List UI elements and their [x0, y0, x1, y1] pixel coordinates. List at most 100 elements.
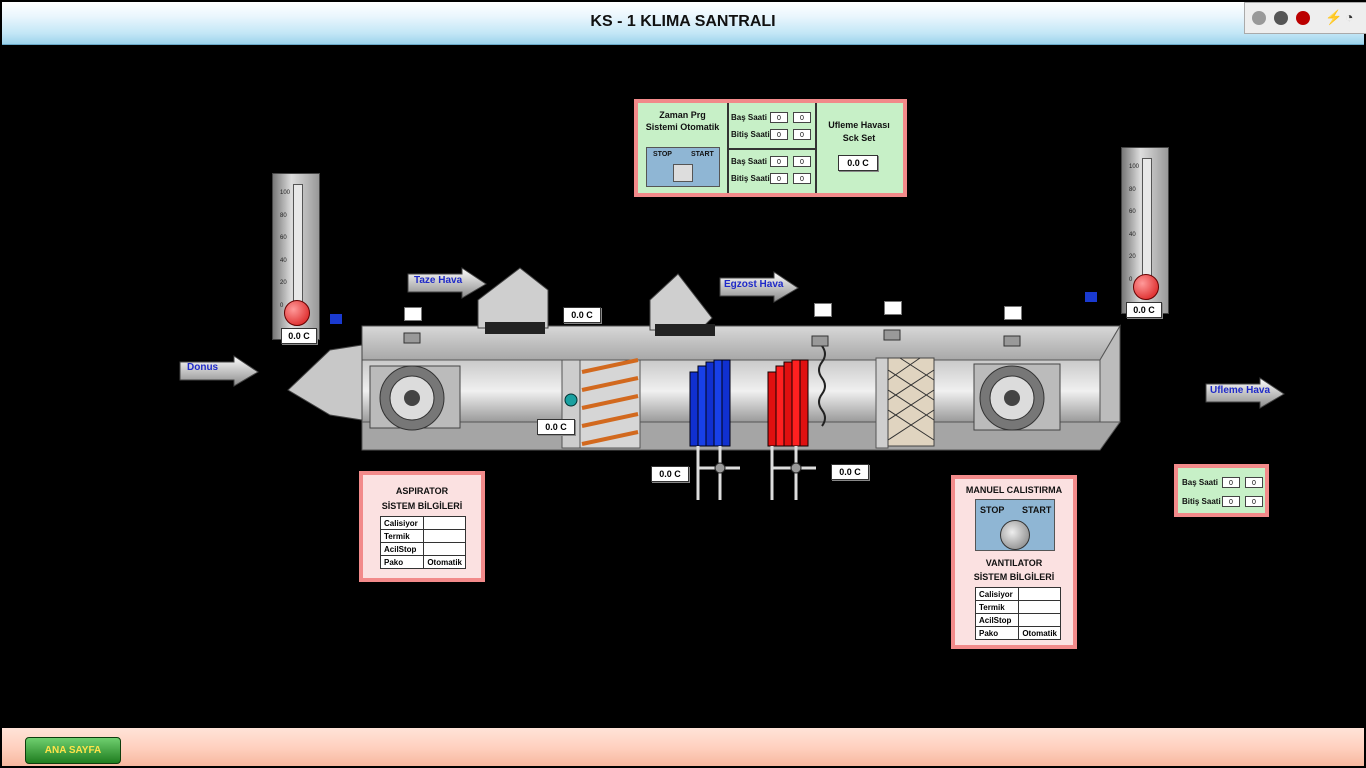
heat-valve-temp: 0.0 C — [831, 464, 869, 480]
status-label: Pako — [379, 555, 425, 569]
time-label: Baş Saati — [731, 113, 768, 122]
taze-temp: 0.0 C — [563, 307, 601, 323]
tick: 40 — [280, 257, 287, 264]
right-schedule-panel: Baş Saati 0 0 Bitiş Saati 0 0 — [1174, 464, 1269, 517]
tick: 20 — [1129, 254, 1136, 260]
minute-input[interactable]: 0 — [793, 129, 811, 140]
mode-label: Zaman Prg Sistemi Otomatik — [645, 110, 720, 132]
table-row: Pako Otomatik — [974, 626, 1061, 640]
vantilator-status-table: Calisiyor Termik AcilStop Pako Otomatik — [974, 587, 1061, 640]
status-tag — [1004, 306, 1022, 320]
label-ufleme-hava: Ufleme Hava — [1210, 385, 1271, 396]
mode-cell: Zaman Prg Sistemi Otomatik STOP START — [638, 103, 729, 193]
aspirator-panel: ASPIRATOR SİSTEM BİLGİLERİ Calisiyor Ter… — [359, 471, 485, 582]
status-value — [423, 516, 466, 530]
thermometer-right: 100 80 60 40 20 0 — [1121, 147, 1169, 314]
hour-input[interactable]: 0 — [770, 156, 788, 167]
label-donus: Donus — [187, 362, 219, 373]
home-button[interactable]: ANA SAYFA — [25, 737, 121, 764]
hour-input[interactable]: 0 — [770, 129, 788, 140]
minute-input[interactable]: 0 — [1245, 477, 1263, 488]
aspirator-status-table: Calisiyor Termik AcilStop Pako Otomatik — [379, 516, 466, 569]
mode-switch[interactable]: STOP START — [646, 147, 720, 187]
tick: 0 — [280, 302, 284, 309]
tick: 100 — [1129, 164, 1140, 170]
filter-frame — [875, 357, 889, 449]
heating-coil — [767, 359, 809, 447]
aspirator-subtitle: SİSTEM BİLGİLERİ — [381, 501, 463, 511]
vantilator-title: VANTILATOR — [985, 558, 1043, 568]
table-row: Calisiyor — [379, 516, 466, 530]
fresh-air-damper — [477, 267, 549, 329]
mix-temp: 0.0 C — [537, 419, 575, 435]
minute-input[interactable]: 0 — [1245, 496, 1263, 507]
tick: 80 — [1129, 186, 1136, 193]
cool-valve-temp: 0.0 C — [651, 466, 689, 482]
manual-run-switch[interactable]: STOP START — [975, 499, 1055, 551]
status-tag — [884, 301, 902, 315]
status-tag — [404, 307, 422, 321]
setpoint-label: Ufleme Havası Sck Set — [828, 120, 890, 143]
tick: 60 — [1129, 209, 1136, 215]
minute-input[interactable]: 0 — [793, 173, 811, 184]
filter-media — [887, 357, 935, 447]
table-row: Termik — [379, 529, 466, 543]
aspirator-title: ASPIRATOR — [395, 486, 449, 496]
hour-input[interactable]: 0 — [1222, 477, 1240, 488]
status-value — [423, 529, 466, 543]
tick: 0 — [1129, 276, 1133, 283]
hour-input[interactable]: 0 — [770, 173, 788, 184]
table-row: AcilStop — [379, 542, 466, 556]
thermometer-left: 100 80 60 40 20 0 — [272, 173, 320, 340]
minute-input[interactable]: 0 — [793, 156, 811, 167]
time-label: Baş Saati — [731, 157, 768, 166]
stop-label: STOP — [653, 151, 672, 158]
status-value: Otomatik — [1018, 626, 1061, 640]
hour-input[interactable]: 0 — [1222, 496, 1240, 507]
footer-bar — [2, 728, 1364, 766]
label-taze-hava: Taze Hava — [414, 275, 463, 286]
setpoint-cell: Ufleme Havası Sck Set 0.0 C — [815, 103, 903, 193]
return-fan — [369, 365, 461, 431]
status-label: Calisiyor — [379, 516, 425, 530]
tick: 60 — [280, 235, 287, 241]
status-label: Pako — [974, 626, 1020, 640]
tick: 40 — [1129, 231, 1136, 238]
setpoint-input[interactable]: 0.0 C — [838, 155, 878, 171]
status-label: Termik — [974, 600, 1020, 614]
status-tag — [814, 303, 832, 317]
thermometer-right-value: 0.0 C — [1126, 302, 1162, 318]
tick: 100 — [280, 190, 291, 196]
tick: 80 — [280, 212, 287, 219]
thermometer-tube — [293, 184, 303, 314]
time-group-2: Baş Saati 0 0 Bitiş Saati 0 0 — [727, 148, 817, 193]
rotary-knob-icon[interactable] — [1000, 520, 1030, 550]
status-label: Calisiyor — [974, 587, 1020, 601]
vantilator-subtitle: SİSTEM BİLGİLERİ — [973, 572, 1055, 582]
table-row: Calisiyor — [974, 587, 1061, 601]
supply-fan — [973, 363, 1061, 431]
stop-label: STOP — [980, 505, 1005, 515]
status-value — [1018, 587, 1061, 601]
status-label: AcilStop — [974, 613, 1020, 627]
switch-knob-icon[interactable] — [673, 164, 693, 182]
hour-input[interactable]: 0 — [770, 112, 788, 123]
label-egzost-hava: Egzost Hava — [724, 279, 784, 290]
time-group-1: Baş Saati 0 0 Bitiş Saati 0 0 — [727, 103, 817, 150]
minute-input[interactable]: 0 — [793, 112, 811, 123]
start-label: START — [691, 151, 714, 158]
tick: 20 — [280, 280, 287, 286]
manual-run-title: MANUEL CALISTIRMA — [965, 485, 1063, 495]
table-row: Pako Otomatik — [379, 555, 466, 569]
status-value — [1018, 600, 1061, 614]
status-label: AcilStop — [379, 542, 425, 556]
thermometer-tube — [1142, 158, 1152, 288]
table-row: Termik — [974, 600, 1061, 614]
start-label: START — [1022, 505, 1052, 515]
damper-actuator — [564, 393, 578, 407]
vantilator-panel: MANUEL CALISTIRMA STOP START VANTILATOR … — [951, 475, 1077, 649]
time-label: Bitiş Saati — [1182, 497, 1221, 506]
time-label: Baş Saati — [1182, 478, 1219, 487]
time-label: Bitiş Saati — [731, 130, 770, 139]
table-row: AcilStop — [974, 613, 1061, 627]
